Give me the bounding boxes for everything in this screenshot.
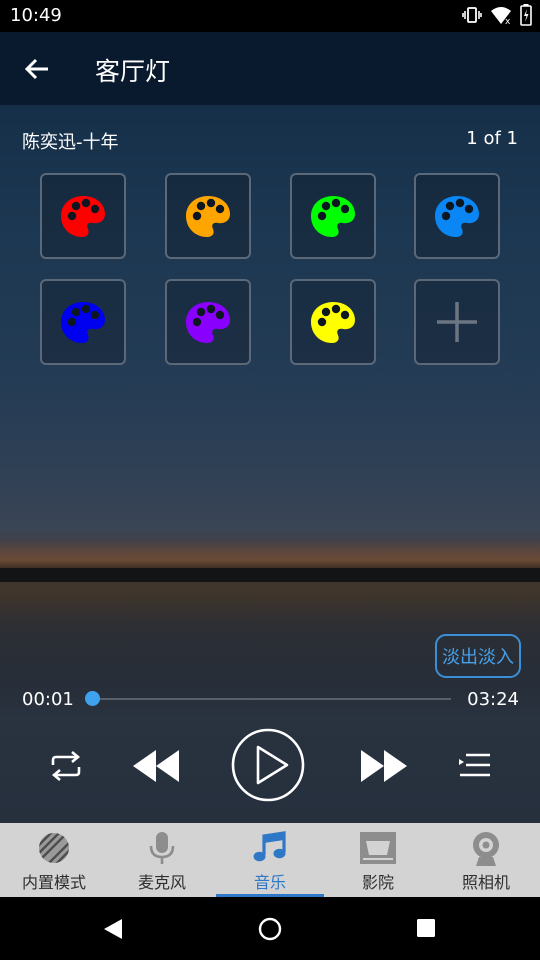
current-time: 00:01 (22, 689, 74, 710)
yellow-palette-icon (311, 302, 355, 343)
webcam-icon (473, 832, 499, 866)
previous-button[interactable] (130, 745, 182, 787)
tab-label: 内置模式 (21, 873, 86, 892)
app-bar: 客厅灯 (0, 32, 540, 105)
wifi-icon: x (491, 7, 511, 25)
total-time: 03:24 (467, 689, 519, 710)
back-arrow-icon[interactable] (20, 52, 54, 86)
progress-knob[interactable] (85, 691, 100, 706)
tab-builtin-mode[interactable]: 内置模式 (0, 823, 108, 897)
play-button[interactable] (231, 728, 305, 802)
system-nav-bar (0, 897, 540, 960)
orange-palette-icon (186, 196, 230, 237)
shoreline (0, 568, 540, 582)
cinema-icon (360, 832, 396, 864)
color-tile[interactable] (165, 279, 251, 365)
tab-microphone[interactable]: 麦克风 (108, 823, 216, 897)
tab-label: 麦克风 (137, 873, 186, 892)
status-icons: x (462, 4, 532, 26)
color-tile[interactable] (165, 173, 251, 259)
play-icon (231, 728, 305, 802)
tab-label: 照相机 (461, 873, 510, 892)
repeat-button[interactable] (45, 745, 87, 787)
color-tile[interactable] (290, 173, 376, 259)
playlist-button[interactable] (455, 747, 495, 785)
fade-in-out-button[interactable]: 淡出淡入 (435, 634, 521, 678)
tab-label: 音乐 (253, 873, 286, 892)
blue-palette-icon (61, 302, 105, 343)
bottom-tab-bar: 内置模式 麦克风 音乐 影院 照相机 (0, 823, 540, 897)
page-indicator: 1 of 1 (466, 128, 518, 149)
color-tile[interactable] (40, 279, 126, 365)
fast-forward-icon (361, 750, 407, 782)
status-time: 10:49 (10, 5, 62, 26)
add-color-button[interactable] (414, 279, 500, 365)
progress-track[interactable] (92, 698, 451, 700)
color-tile[interactable] (414, 173, 500, 259)
tab-label: 影院 (361, 873, 394, 892)
microphone-icon (149, 832, 175, 864)
music-note-icon (253, 831, 286, 862)
tab-cinema[interactable]: 影院 (324, 823, 432, 897)
next-button[interactable] (358, 745, 410, 787)
nav-back-icon[interactable] (103, 918, 123, 940)
svg-text:x: x (505, 17, 511, 25)
repeat-icon (51, 751, 81, 781)
battery-icon (520, 4, 532, 26)
tab-music[interactable]: 音乐 (216, 823, 324, 897)
purple-palette-icon (186, 302, 230, 343)
sky-blue-palette-icon (435, 196, 479, 237)
vibrate-icon (462, 7, 482, 23)
nav-home-icon[interactable] (258, 917, 282, 941)
stripes-icon (39, 833, 69, 863)
nav-recents-icon[interactable] (416, 918, 436, 938)
tab-camera[interactable]: 照相机 (432, 823, 540, 897)
red-palette-icon (61, 196, 105, 237)
status-bar: 10:49 x (0, 0, 540, 32)
song-title: 陈奕迅-十年 (22, 132, 119, 153)
rewind-icon (133, 750, 179, 782)
color-tile[interactable] (290, 279, 376, 365)
green-palette-icon (311, 196, 355, 237)
color-tile[interactable] (40, 173, 126, 259)
page-title: 客厅灯 (95, 57, 171, 86)
playlist-icon (459, 753, 490, 777)
plus-icon (437, 302, 477, 342)
